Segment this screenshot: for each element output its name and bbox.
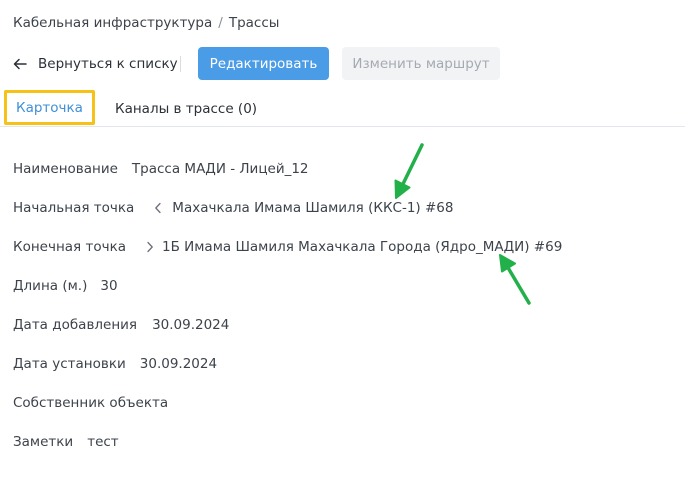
edit-button[interactable]: Редактировать: [198, 47, 329, 80]
field-added-label: Дата добавления: [13, 317, 138, 333]
breadcrumb-separator: /: [218, 15, 223, 31]
field-name-value: Трасса МАДИ - Лицей_12: [131, 161, 309, 177]
field-owner-label: Собственник объекта: [13, 395, 169, 411]
field-installed: Дата установки 30.09.2024: [13, 354, 217, 374]
field-notes: Заметки тест: [13, 432, 119, 452]
field-length-label: Длина (м.): [13, 278, 88, 294]
field-added: Дата добавления 30.09.2024: [13, 315, 229, 335]
chevron-left-icon: [155, 202, 161, 214]
back-to-list-label: Вернуться к списку: [38, 56, 178, 72]
field-length: Длина (м.) 30: [13, 276, 118, 296]
field-name: Наименование Трасса МАДИ - Лицей_12: [13, 159, 309, 179]
change-route-button[interactable]: Изменить маршрут: [342, 47, 500, 80]
field-installed-label: Дата установки: [13, 356, 126, 372]
field-name-label: Наименование: [13, 161, 118, 177]
back-to-list-button[interactable]: Вернуться к списку: [13, 47, 178, 81]
field-length-value: 30: [100, 278, 118, 294]
breadcrumb-current: Трассы: [228, 15, 280, 31]
arrow-left-icon: [13, 58, 27, 70]
breadcrumb: Кабельная инфраструктура / Трассы: [13, 15, 279, 31]
field-added-value: 30.09.2024: [152, 317, 230, 333]
field-start-label: Начальная точка: [13, 200, 135, 216]
annotation-arrow-start: [394, 143, 424, 199]
field-start: Начальная точка Махачкала Имама Шамиля (…: [13, 198, 453, 218]
chevron-right-icon: [147, 241, 153, 253]
field-installed-value: 30.09.2024: [139, 356, 218, 372]
breadcrumb-parent-link[interactable]: Кабельная инфраструктура: [13, 15, 212, 31]
tabs-divider: [0, 126, 685, 127]
annotation-arrow-end: [499, 254, 531, 305]
field-end-value: 1Б Имама Шамиля Махачкала Города (Ядро_М…: [162, 239, 563, 255]
start-point-link[interactable]: Махачкала Имама Шамиля (ККС-1) #68: [154, 200, 453, 216]
field-end: Конечная точка 1Б Имама Шамиля Махачкала…: [13, 237, 562, 257]
field-owner: Собственник объекта: [13, 393, 182, 413]
field-notes-value: тест: [87, 434, 119, 450]
end-point-link[interactable]: 1Б Имама Шамиля Махачкала Города (Ядро_М…: [146, 239, 562, 255]
field-notes-label: Заметки: [13, 434, 74, 450]
field-end-label: Конечная точка: [13, 239, 126, 255]
tab-card[interactable]: Карточка: [4, 90, 95, 125]
field-start-value: Махачкала Имама Шамиля (ККС-1) #68: [172, 200, 454, 216]
toolbar-divider: [180, 56, 181, 72]
tab-channels[interactable]: Каналы в трассе (0): [115, 94, 257, 124]
